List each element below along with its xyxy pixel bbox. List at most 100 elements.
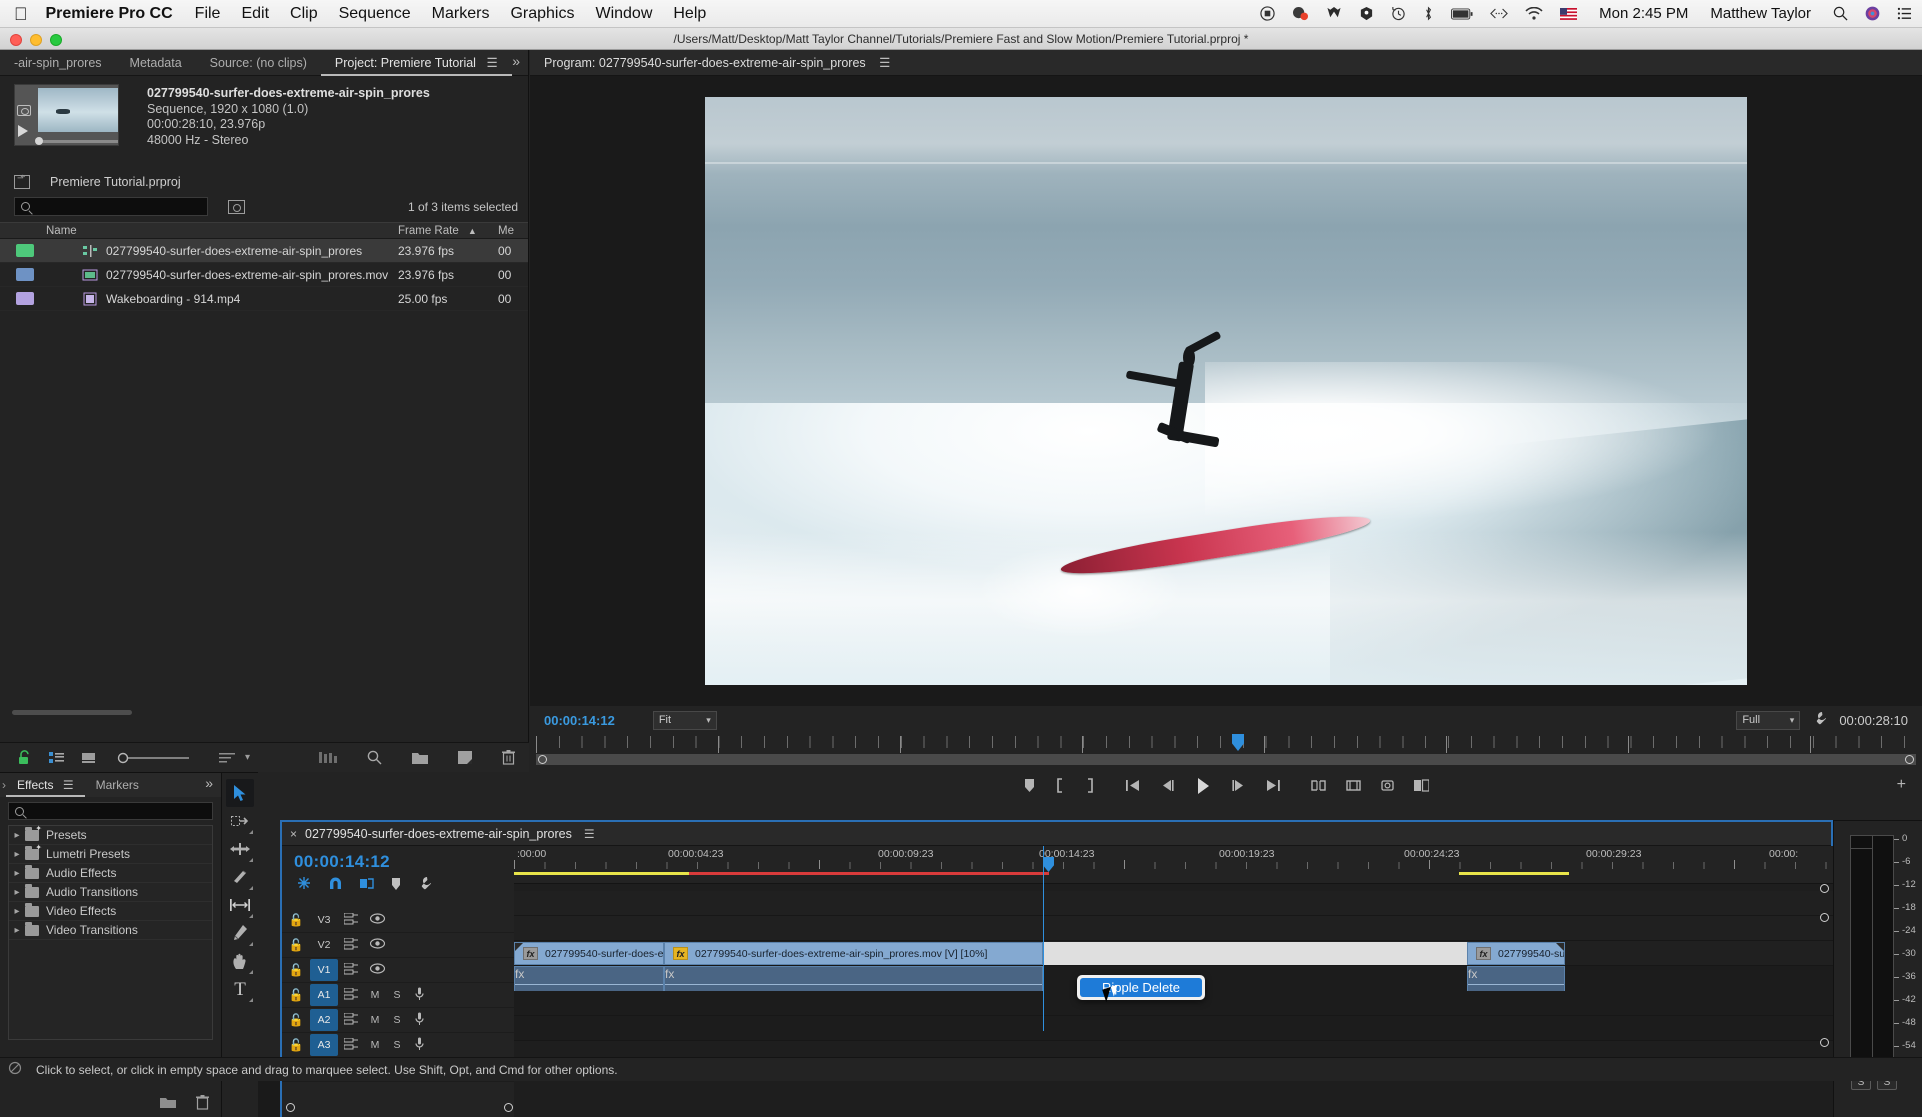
snap-magnet-icon[interactable] [328, 876, 343, 894]
icon-view-icon[interactable] [82, 752, 95, 764]
table-row[interactable]: 027799540-surfer-does-extreme-air-spin_p… [0, 239, 528, 263]
apple-logo-icon[interactable]:  [14, 5, 28, 23]
wifi-icon[interactable] [1525, 7, 1543, 20]
chevron-right-icon[interactable]: ▸ [9, 887, 25, 898]
linked-selection-icon[interactable] [359, 876, 375, 894]
code-brackets-icon[interactable] [1490, 7, 1509, 20]
scroll-handle-lower[interactable] [1820, 1038, 1829, 1047]
scroll-handle-top[interactable] [1820, 884, 1829, 893]
lift-button[interactable] [1310, 778, 1326, 796]
close-window-button[interactable] [10, 34, 22, 46]
microphone-icon[interactable] [408, 1037, 430, 1054]
bluetooth-icon[interactable] [1423, 6, 1434, 21]
microphone-icon[interactable] [408, 987, 430, 1004]
extract-button[interactable] [1345, 778, 1361, 796]
chevron-right-icon[interactable]: ▸ [9, 830, 25, 841]
tab-effect-controls[interactable]: -air-spin_prores [0, 50, 116, 76]
fx-badge[interactable]: fx [673, 947, 688, 960]
timeline-settings-wrench-icon[interactable] [417, 876, 432, 894]
nest-sequence-icon[interactable] [296, 876, 312, 894]
siri-icon[interactable] [1865, 6, 1880, 21]
sync-lock-icon[interactable] [338, 1012, 364, 1028]
us-flag-icon[interactable] [1560, 7, 1578, 20]
list-item[interactable]: ▸ Audio Effects [9, 864, 212, 883]
new-bin-icon[interactable] [412, 751, 428, 764]
go-to-out-button[interactable] [1266, 778, 1281, 796]
mark-in-button[interactable] [1055, 778, 1065, 796]
step-forward-button[interactable] [1231, 778, 1246, 796]
lock-icon[interactable]: 🔓 [282, 913, 310, 927]
mute-track-button[interactable]: M [364, 1039, 386, 1051]
filter-bin-content-icon[interactable] [228, 199, 245, 214]
new-item-icon[interactable] [458, 751, 472, 764]
table-row[interactable]: 027799540-surfer-does-extreme-air-spin_p… [0, 263, 528, 287]
hand-tool[interactable] [226, 947, 254, 975]
chevron-right-icon[interactable]: ▸ [9, 925, 25, 936]
timeline-horizontal-scrollbar[interactable] [282, 1103, 514, 1113]
battery-icon[interactable] [1451, 8, 1473, 20]
effects-search-input[interactable] [8, 802, 213, 820]
sync-lock-icon[interactable] [338, 937, 364, 953]
notification-center-icon[interactable] [1897, 7, 1912, 20]
maximize-window-button[interactable] [50, 34, 62, 46]
menu-clip[interactable]: Clip [290, 5, 318, 23]
sort-icon[interactable] [219, 752, 235, 764]
step-back-button[interactable] [1160, 778, 1175, 796]
track-lane-v3[interactable] [514, 891, 1833, 916]
list-view-icon[interactable] [49, 751, 64, 764]
track-name-a1[interactable]: A1 [310, 984, 338, 1006]
record-stop-icon[interactable] [1260, 6, 1275, 21]
tab-effects[interactable]: Effects ☰ [6, 773, 85, 797]
parent-bin-icon[interactable] [14, 173, 30, 189]
menu-sequence[interactable]: Sequence [339, 5, 411, 23]
shutter-encoder-icon[interactable] [1292, 6, 1309, 21]
ripple-edit-tool[interactable] [226, 835, 254, 863]
column-header-frame-rate[interactable]: Frame Rate ▲ [398, 225, 498, 237]
scrollbar-right-handle[interactable] [1905, 755, 1914, 764]
column-header-name[interactable]: Name [46, 225, 398, 237]
track-header-a3[interactable]: 🔓 A3 M S [282, 1033, 514, 1058]
hamburger-icon[interactable]: ☰ [63, 778, 74, 792]
track-select-forward-tool[interactable] [226, 807, 254, 835]
menu-help[interactable]: Help [673, 5, 706, 23]
playback-resolution-select[interactable]: Full ▾ [1736, 710, 1801, 730]
mark-out-button[interactable] [1085, 778, 1095, 796]
razor-tool[interactable] [226, 863, 254, 891]
sync-lock-icon[interactable] [338, 912, 364, 928]
clip-thumbnail[interactable] [14, 84, 119, 146]
table-row[interactable]: Wakeboarding - 914.mp4 25.00 fps 00 [0, 287, 528, 311]
context-menu-item-ripple-delete[interactable]: Ripple Delete [1080, 978, 1202, 997]
chevron-down-icon[interactable]: ▾ [245, 752, 250, 763]
type-tool[interactable]: T [226, 975, 254, 1003]
lock-icon[interactable]: 🔓 [282, 988, 310, 1002]
program-monitor-ruler[interactable] [536, 734, 1916, 765]
lock-icon[interactable] [18, 750, 31, 765]
menu-bar-username[interactable]: Matthew Taylor [1710, 5, 1811, 22]
track-header-v3[interactable]: 🔓 V3 [282, 908, 514, 933]
tab-project[interactable]: Project: Premiere Tutorial ☰ [320, 50, 512, 76]
solo-track-button[interactable]: S [386, 1014, 408, 1026]
list-item[interactable]: ▸ Lumetri Presets [9, 843, 212, 864]
timeline-clip[interactable]: fx 027799540-surfer- [1467, 942, 1565, 965]
menu-file[interactable]: File [195, 5, 221, 23]
track-header-a2[interactable]: 🔓 A2 M S [282, 1008, 514, 1033]
search-input[interactable] [14, 197, 208, 216]
toggle-track-output-icon[interactable] [364, 963, 390, 977]
track-header-a1[interactable]: 🔓 A1 M S [282, 983, 514, 1008]
microphone-icon[interactable] [408, 1012, 430, 1029]
track-name-v2[interactable]: V2 [310, 934, 338, 956]
hamburger-icon[interactable]: ☰ [879, 56, 890, 70]
lock-icon[interactable]: 🔓 [282, 1038, 310, 1052]
selection-tool[interactable] [226, 779, 254, 807]
hamburger-icon[interactable]: ☰ [486, 56, 497, 70]
new-custom-bin-icon[interactable] [160, 1095, 176, 1113]
go-to-in-button[interactable] [1125, 778, 1140, 796]
timeline-playhead[interactable] [1043, 846, 1044, 1031]
project-horizontal-scrollbar[interactable] [12, 710, 132, 715]
program-monitor-stage[interactable] [530, 76, 1922, 706]
comparison-view-button[interactable] [1413, 778, 1430, 796]
delete-icon[interactable] [196, 1095, 209, 1113]
scrollbar-left-handle[interactable] [286, 1103, 295, 1112]
malwarebytes-icon[interactable] [1326, 6, 1342, 21]
minimize-window-button[interactable] [30, 34, 42, 46]
